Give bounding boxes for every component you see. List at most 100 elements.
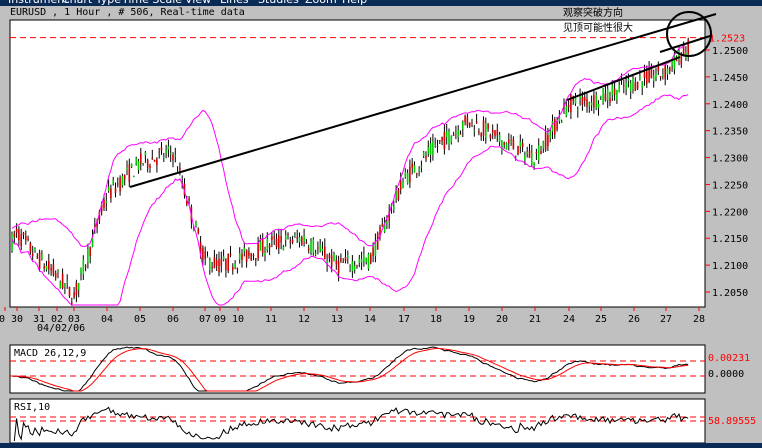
candle-body <box>567 105 570 107</box>
y-tick-label: 1.2300 <box>712 154 748 165</box>
x-tick-label: 27 <box>660 314 672 325</box>
x-tick-label: 20 <box>496 314 508 325</box>
candle-body <box>54 273 57 278</box>
candle-body <box>526 151 528 154</box>
candle-body <box>31 253 34 256</box>
candle-body <box>119 177 121 192</box>
x-tick-label: 18 <box>430 314 442 325</box>
candle-body <box>87 249 89 263</box>
candle-body <box>66 281 68 283</box>
candle-body <box>20 234 22 247</box>
candle-body <box>206 256 209 258</box>
candle-body <box>197 228 200 234</box>
candle-body <box>353 265 356 271</box>
candle-body <box>475 121 478 124</box>
candle-body <box>48 260 50 270</box>
y-tick-label: 1.2500 <box>712 46 748 57</box>
candle-body <box>452 134 455 136</box>
y-tick-label: 1.2350 <box>712 127 748 138</box>
candle-body <box>342 261 344 263</box>
chart-area[interactable]: 1.2500 1.2450 1.2400 1.2350 1.2300 1.2250 1.22… <box>0 0 762 448</box>
candle-body <box>149 165 151 168</box>
candle-body <box>363 254 365 262</box>
candle-body <box>434 144 436 147</box>
candle-body <box>314 253 317 255</box>
candle-body <box>533 162 535 167</box>
candle-body <box>367 253 370 269</box>
candle-body <box>466 117 469 126</box>
candle-body <box>128 164 131 183</box>
candle-body <box>291 239 294 243</box>
macd-label: MACD 26,12,9 <box>14 348 86 359</box>
status-bar <box>0 443 762 448</box>
x-tick-label: 19 <box>463 314 475 325</box>
candle-body <box>411 163 413 168</box>
candle-body <box>397 189 400 200</box>
candle-body <box>305 242 308 244</box>
candle-body <box>664 64 666 79</box>
candle-body <box>646 71 648 84</box>
candle-body <box>675 59 678 62</box>
candle-body <box>321 248 324 251</box>
candle-body <box>498 134 501 142</box>
candle-body <box>579 95 581 99</box>
candle-body <box>666 68 669 75</box>
candle-body <box>560 121 563 123</box>
candle-body <box>188 198 190 201</box>
candle-body <box>445 131 448 138</box>
candle-body <box>418 169 420 172</box>
y-tick-label: 1.2150 <box>712 234 748 245</box>
candle-body <box>27 238 29 240</box>
candle-body <box>167 146 170 150</box>
candle-body <box>370 254 372 264</box>
candle-body <box>38 252 41 269</box>
candle-body <box>257 242 259 259</box>
candle-body <box>255 258 257 260</box>
candle-body <box>303 235 305 242</box>
candle-body <box>319 244 321 252</box>
candle-body <box>662 74 664 76</box>
candle-body <box>542 141 545 149</box>
candle-body <box>436 145 439 147</box>
candle-body <box>236 268 239 270</box>
candle-body <box>365 257 367 263</box>
candle-body <box>312 239 315 254</box>
candle-body <box>158 151 160 153</box>
candle-body <box>457 129 459 138</box>
candle-body <box>659 76 662 78</box>
candle-body <box>227 254 229 272</box>
candle-body <box>547 135 549 146</box>
x-tick-label: 04 <box>101 314 113 325</box>
x-tick-label: 26 <box>628 314 640 325</box>
candle-body <box>590 102 593 106</box>
candle-body <box>232 266 234 271</box>
candle-body <box>432 141 434 155</box>
candle-body <box>669 67 671 72</box>
candle-body <box>491 129 494 133</box>
x-tick-label: 06 <box>167 314 179 325</box>
candle-body <box>604 93 607 101</box>
candle-body <box>165 150 167 154</box>
x-tick-label: 0 <box>0 314 5 325</box>
candle-body <box>123 174 126 180</box>
candle-body <box>441 136 443 141</box>
candle-body <box>215 260 218 266</box>
candle-body <box>340 257 342 262</box>
candle-body <box>71 302 73 304</box>
macd-value: 0.00231 <box>708 353 750 364</box>
candle-body <box>537 145 540 161</box>
annotation-text-2: 见顶可能性很大 <box>563 21 633 34</box>
candle-body <box>117 183 119 185</box>
candle-body <box>404 171 407 177</box>
candle-body <box>250 253 252 261</box>
candle-body <box>496 129 499 136</box>
candle-body <box>386 221 388 224</box>
candle-body <box>204 251 206 259</box>
candle-body <box>351 261 354 272</box>
candle-body <box>73 292 75 298</box>
candle-body <box>146 160 149 168</box>
candle-body <box>328 254 331 259</box>
candle-body <box>655 73 657 78</box>
candle-body <box>179 167 181 170</box>
candle-body <box>301 237 303 245</box>
